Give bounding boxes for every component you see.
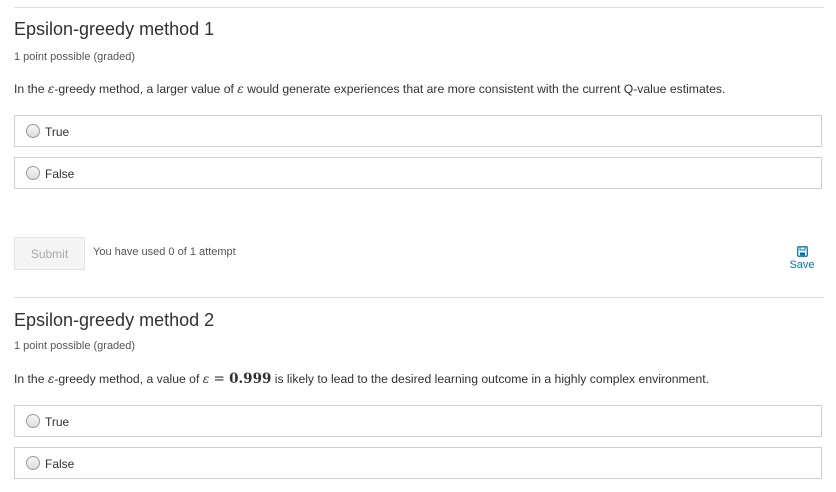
problem-title: Epsilon-greedy method 1 bbox=[14, 19, 215, 39]
radio-button[interactable] bbox=[26, 124, 40, 138]
attempts-info: You have used 0 of 1 attempt bbox=[93, 246, 236, 258]
save-button[interactable]: Save bbox=[782, 246, 822, 271]
math-expression: ε = 0.999 bbox=[202, 371, 272, 387]
section-divider bbox=[14, 297, 824, 298]
radio-button[interactable] bbox=[26, 456, 40, 470]
points-info: 1 point possible (graded) bbox=[14, 340, 136, 352]
radio-button[interactable] bbox=[26, 414, 40, 428]
top-divider bbox=[14, 7, 824, 8]
radio-button[interactable] bbox=[26, 166, 40, 180]
choice-false[interactable]: False bbox=[14, 157, 822, 189]
submit-button[interactable]: Submit bbox=[14, 237, 85, 270]
choice-label: True bbox=[45, 125, 70, 139]
floppy-disk-icon bbox=[796, 246, 808, 257]
choice-false[interactable]: False bbox=[14, 447, 822, 479]
problem-title: Epsilon-greedy method 2 bbox=[14, 310, 215, 330]
choice-label: True bbox=[45, 415, 70, 429]
choice-label: False bbox=[45, 167, 75, 181]
question-text: In the ε-greedy method, a larger value o… bbox=[14, 82, 726, 96]
choice-true[interactable]: True bbox=[14, 115, 822, 147]
question-text: In the ε-greedy method, a value of ε = 0… bbox=[14, 371, 709, 387]
choice-label: False bbox=[45, 457, 75, 471]
save-label: Save bbox=[789, 259, 815, 271]
points-info: 1 point possible (graded) bbox=[14, 51, 136, 63]
choice-true[interactable]: True bbox=[14, 405, 822, 437]
